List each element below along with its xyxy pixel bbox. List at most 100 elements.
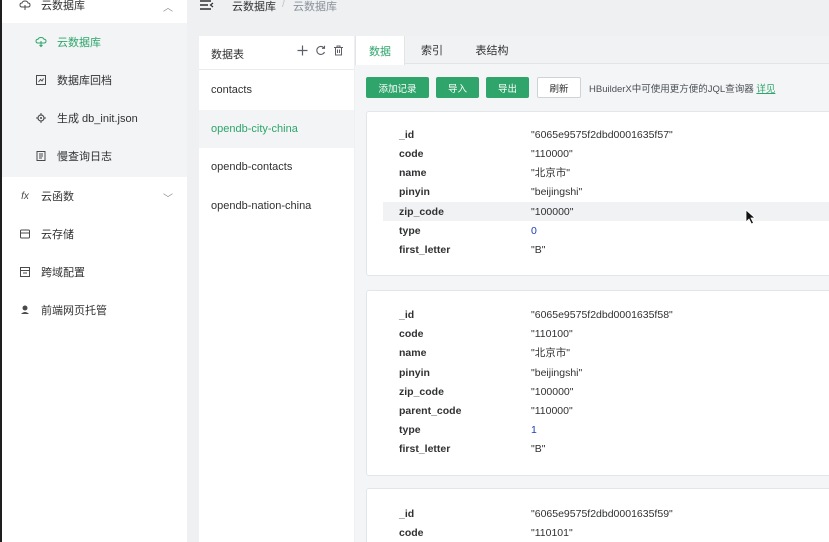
data-panel: 数据 索引 表结构 添加记录 导入 导出 刷新 HBuilderX中可使用更方便… <box>355 36 829 542</box>
breadcrumb-separator: / <box>282 0 286 10</box>
sidebar-item-label: 云函数 <box>41 191 74 203</box>
field-value: "110101" <box>531 526 573 539</box>
field-value: "110100" <box>531 327 573 340</box>
sidebar-item-cloud-db[interactable]: 云数据库 <box>2 23 187 61</box>
sidebar-item-cloud-storage[interactable]: 云存储 <box>2 215 187 253</box>
field-value: "B" <box>531 442 546 455</box>
sidebar-item-label: 生成 db_init.json <box>57 113 138 125</box>
field-value: "6065e9575f2dbd0001635f57" <box>531 128 673 141</box>
field-value: "beijingshi" <box>531 185 583 198</box>
mouse-cursor-icon <box>745 209 757 225</box>
field-value: "6065e9575f2dbd0001635f59" <box>531 507 673 520</box>
field-key: code <box>399 526 424 539</box>
add-record-button[interactable]: 添加记录 <box>366 77 429 98</box>
table-item-opendb-city-china[interactable]: opendb-city-china <box>199 110 354 148</box>
sidebar-item-web-hosting[interactable]: 前端网页托管 <box>2 291 187 329</box>
sidebar-item-cloud-functions[interactable]: fx 云函数 ﹀ <box>2 177 187 215</box>
sidebar-item-slow-query-log[interactable]: 慢查询日志 <box>2 137 187 175</box>
field-key: type <box>399 423 421 436</box>
field-key: pinyin <box>399 366 430 379</box>
delete-icon[interactable] <box>333 45 344 58</box>
record-field: _id "6065e9575f2dbd0001635f58" <box>383 305 829 324</box>
sidebar-item-generate-db-init[interactable]: 生成 db_init.json <box>2 99 187 137</box>
sidebar-group-cloud-db[interactable]: 云数据库 ︿ <box>2 0 187 24</box>
field-key: _id <box>399 507 415 520</box>
tab-indexes[interactable]: 索引 <box>407 36 457 64</box>
field-key: code <box>399 327 424 340</box>
restore-icon <box>34 73 48 87</box>
table-list-title: 数据表 <box>211 49 244 61</box>
field-value: "6065e9575f2dbd0001635f58" <box>531 308 673 321</box>
field-value: "110000" <box>531 404 573 417</box>
record-field: _id "6065e9575f2dbd0001635f57" <box>383 125 829 144</box>
record-field: _id "6065e9575f2dbd0001635f59" <box>383 504 829 523</box>
field-key: _id <box>399 128 415 141</box>
sidebar-item-label: 数据库回档 <box>57 75 112 87</box>
database-icon <box>34 35 48 49</box>
field-value: "100000" <box>531 385 574 398</box>
record-field: name "北京市" <box>383 343 829 362</box>
cors-icon <box>18 265 32 279</box>
chevron-down-icon: ﹀ <box>163 194 173 205</box>
record-field: type 1 <box>383 420 829 439</box>
refresh-icon[interactable] <box>315 45 326 58</box>
record-field: name "北京市" <box>383 163 829 182</box>
function-icon: fx <box>21 190 29 202</box>
record-field: pinyin "beijingshi" <box>383 182 829 201</box>
storage-icon <box>18 227 32 241</box>
sidebar-item-label: 云数据库 <box>57 37 101 49</box>
sidebar-item-label: 慢查询日志 <box>57 151 112 163</box>
record-field-hovered[interactable]: zip_code "100000" <box>383 202 829 221</box>
record-field: pinyin "beijingshi" <box>383 363 829 382</box>
field-key: zip_code <box>399 385 444 398</box>
field-value: 1 <box>531 423 537 436</box>
table-list-header: 数据表 <box>199 36 354 70</box>
field-key: parent_code <box>399 404 462 417</box>
breadcrumb-current: 云数据库 <box>293 1 337 13</box>
generate-icon <box>34 111 48 125</box>
record-field: code "110101" <box>383 523 829 542</box>
field-key: type <box>399 224 421 237</box>
import-button[interactable]: 导入 <box>436 77 479 98</box>
field-key: name <box>399 346 427 359</box>
record-card[interactable]: _id "6065e9575f2dbd0001635f59" code "110… <box>366 488 829 542</box>
field-key: first_letter <box>399 442 451 455</box>
record-field: code "110100" <box>383 324 829 343</box>
field-key: zip_code <box>399 205 444 218</box>
sidebar-item-label: 云存储 <box>41 229 74 241</box>
add-table-icon[interactable] <box>297 45 308 58</box>
field-key: pinyin <box>399 185 430 198</box>
jql-hint-link[interactable]: 详见 <box>756 84 775 95</box>
sidebar-item-cors[interactable]: 跨域配置 <box>2 253 187 291</box>
field-key: code <box>399 147 424 160</box>
field-value: "B" <box>531 243 546 256</box>
hosting-icon <box>18 303 32 317</box>
chevron-up-icon: ︿ <box>163 3 173 14</box>
record-field: first_letter "B" <box>383 240 829 259</box>
field-key: first_letter <box>399 243 451 256</box>
sidebar-submenu: 云数据库 数据库回档 生成 db_init.json 慢查询日志 <box>2 23 187 177</box>
jql-hint-text: HBuilderX中可使用更方便的JQL查询器 <box>589 84 754 95</box>
field-value: "beijingshi" <box>531 366 583 379</box>
refresh-button[interactable]: 刷新 <box>537 77 581 98</box>
field-value: "北京市" <box>531 347 570 359</box>
field-value: "110000" <box>531 147 573 160</box>
record-field: parent_code "110000" <box>383 401 829 420</box>
field-key: _id <box>399 308 415 321</box>
menu-toggle-icon[interactable] <box>200 0 214 10</box>
record-field: zip_code "100000" <box>383 382 829 401</box>
tab-data[interactable]: 数据 <box>355 36 405 65</box>
record-field: code "110000" <box>383 144 829 163</box>
tab-bar: 数据 索引 表结构 <box>355 36 829 65</box>
export-button[interactable]: 导出 <box>486 77 529 98</box>
tab-schema[interactable]: 表结构 <box>461 36 523 64</box>
table-item-opendb-nation-china[interactable]: opendb-nation-china <box>199 187 354 225</box>
sidebar-item-db-restore[interactable]: 数据库回档 <box>2 61 187 99</box>
breadcrumb-home[interactable]: 云数据库 <box>232 0 276 14</box>
record-card[interactable]: _id "6065e9575f2dbd0001635f57" code "110… <box>366 111 829 276</box>
table-item-opendb-contacts[interactable]: opendb-contacts <box>199 148 354 186</box>
table-item-contacts[interactable]: contacts <box>199 71 354 109</box>
table-list-panel: 数据表 contacts opendb-city-china opendb-co… <box>199 36 354 542</box>
sidebar: 云数据库 ︿ 云数据库 数据库回档 生成 db_init.json 慢查询日志 … <box>2 0 187 542</box>
record-card[interactable]: _id "6065e9575f2dbd0001635f58" code "110… <box>366 290 829 476</box>
